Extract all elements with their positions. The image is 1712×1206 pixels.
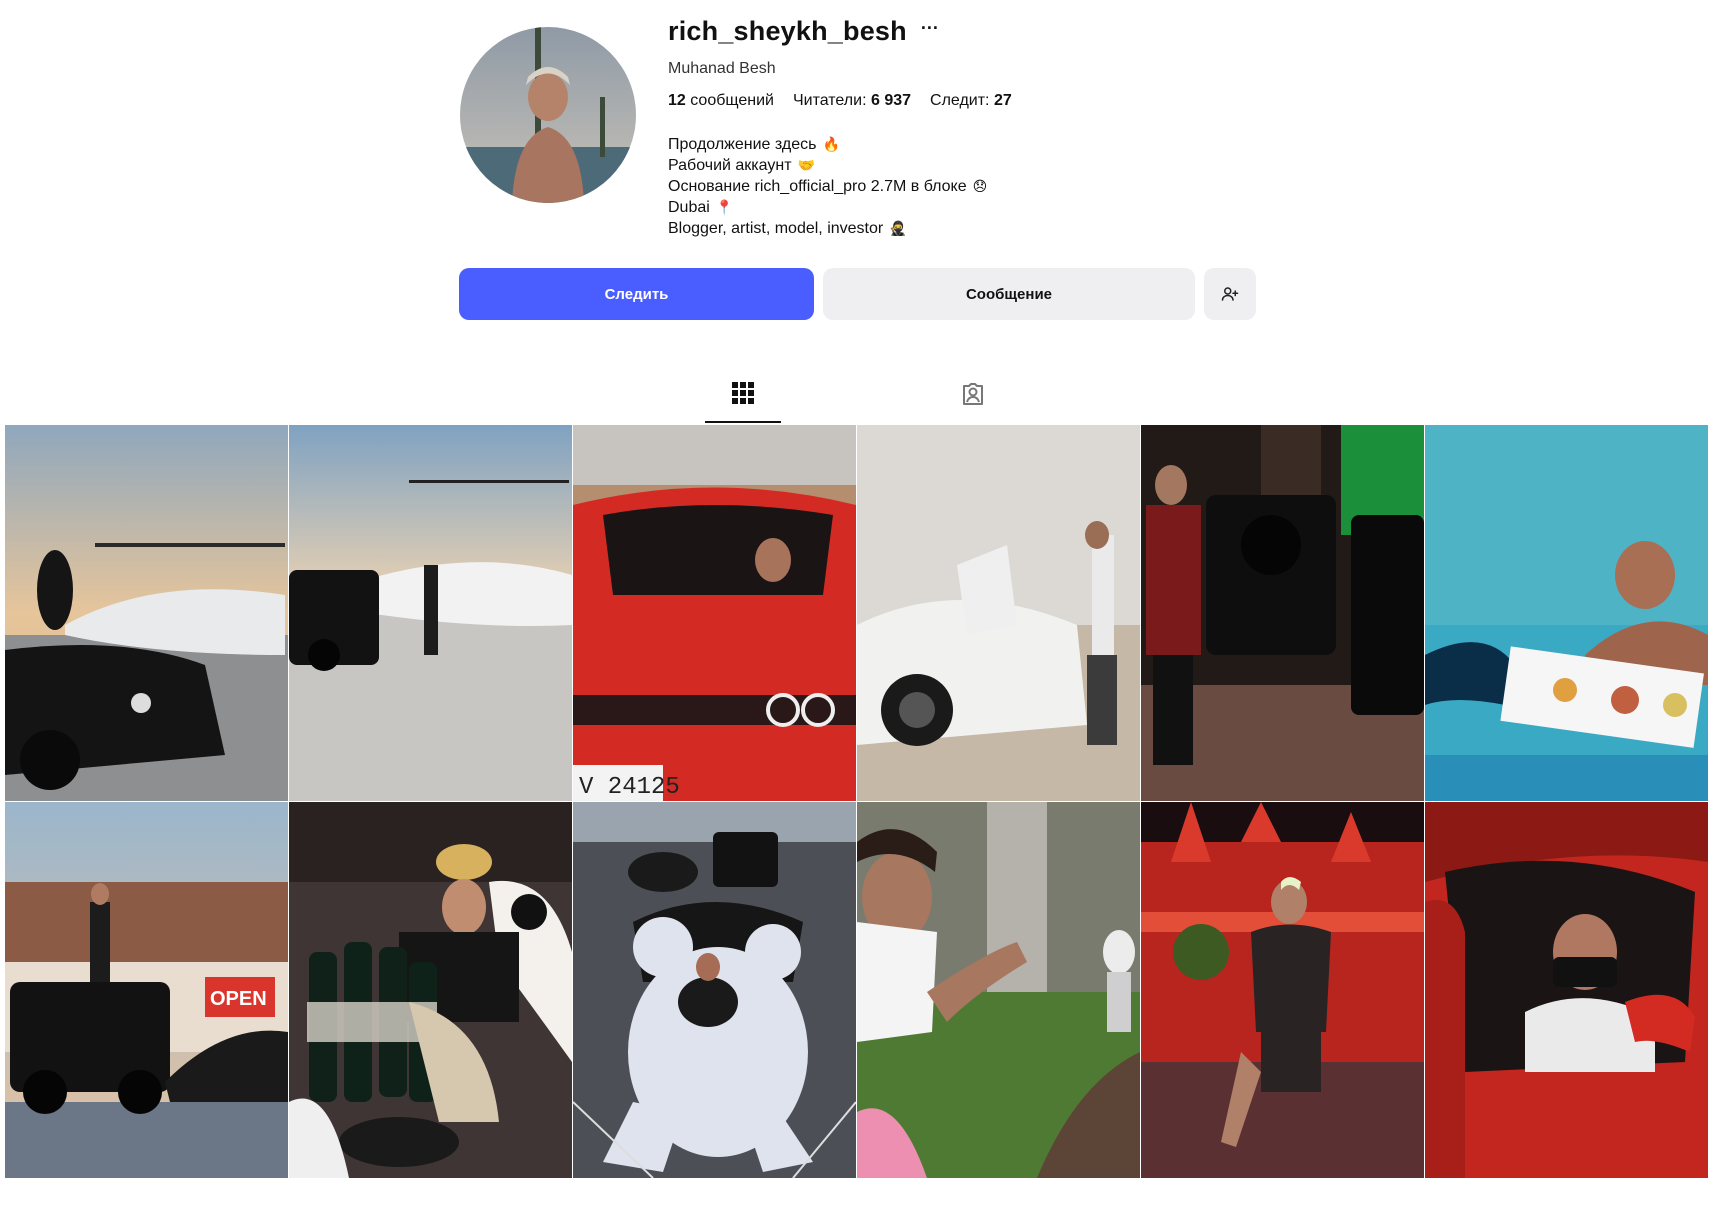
profile-stats: 12 сообщений Читатели: 6 937 Следит: 27	[668, 92, 1368, 110]
grid-icon	[732, 382, 754, 404]
post-thumbnail[interactable]: V 24125	[573, 425, 856, 801]
profile-info: rich_sheykh_besh ··· Muhanad Besh 12 соо…	[668, 14, 1368, 239]
post-thumbnail[interactable]	[5, 425, 288, 801]
svg-text:V 24125: V 24125	[579, 774, 680, 801]
bio-text: Рабочий аккаунт	[668, 157, 792, 174]
fire-emoji-icon: 🔥	[822, 136, 840, 152]
post-thumbnail[interactable]	[1425, 425, 1708, 801]
handshake-emoji-icon: 🤝	[797, 157, 815, 173]
tab-posts[interactable]	[705, 365, 781, 423]
post-thumbnail[interactable]	[1425, 802, 1708, 1178]
full-name: Muhanad Besh	[668, 60, 776, 77]
bio-text: Blogger, artist, model, investor	[668, 220, 884, 237]
ellipsis-icon[interactable]: ···	[921, 19, 939, 37]
post-thumbnail[interactable]: OPEN	[5, 802, 288, 1178]
tagged-person-icon	[963, 383, 983, 405]
following-label: Следит:	[930, 92, 990, 109]
post-thumbnail[interactable]	[1141, 425, 1424, 801]
posts-label: сообщений	[690, 92, 774, 109]
followers-count: 6 937	[870, 92, 912, 109]
message-button[interactable]: Сообщение	[823, 268, 1195, 320]
posts-count: 12	[668, 92, 686, 109]
posts-grid: V 24125 OPEN	[5, 425, 1710, 1179]
post-thumbnail[interactable]	[857, 425, 1140, 801]
profile-tabs	[0, 365, 1712, 423]
post-thumbnail[interactable]	[1141, 802, 1424, 1178]
bio-line: Основание rich_official_pro 2.7M в блоке…	[668, 176, 1368, 197]
username: rich_sheykh_besh	[668, 15, 907, 46]
post-thumbnail[interactable]	[573, 802, 856, 1178]
following-count: 27	[993, 92, 1012, 109]
disappointed-emoji-icon: 😞	[972, 178, 988, 194]
bio-text: Основание rich_official_pro 2.7M в блоке	[668, 178, 967, 195]
bio-line: Рабочий аккаунт 🤝	[668, 155, 1368, 176]
bio-text: Продолжение здесь	[668, 136, 817, 153]
post-thumbnail[interactable]	[289, 425, 572, 801]
post-thumbnail[interactable]	[857, 802, 1140, 1178]
post-thumbnail[interactable]	[289, 802, 572, 1178]
bio-line: Продолжение здесь 🔥	[668, 134, 1368, 155]
profile-avatar[interactable]	[460, 27, 636, 203]
bio-text: Dubai	[668, 199, 710, 216]
following-stat[interactable]: Следит: 27	[930, 92, 1012, 110]
pin-emoji-icon: 📍	[715, 199, 734, 215]
followers-stat[interactable]: Читатели: 6 937	[793, 92, 911, 110]
tab-tagged[interactable]	[935, 365, 1011, 423]
add-person-icon	[1221, 287, 1239, 301]
bio: Продолжение здесь 🔥 Рабочий аккаунт 🤝 Осно…	[668, 134, 1368, 239]
follow-button[interactable]: Следить	[459, 268, 814, 320]
svg-text:OPEN: OPEN	[210, 988, 267, 1010]
add-user-button[interactable]	[1204, 268, 1256, 320]
ninja-emoji-icon: 🥷	[889, 220, 907, 236]
posts-stat: 12 сообщений	[668, 92, 774, 110]
bio-line: Dubai 📍	[668, 197, 1368, 218]
bio-line: Blogger, artist, model, investor 🥷	[668, 218, 1368, 239]
followers-label: Читатели:	[792, 92, 867, 109]
